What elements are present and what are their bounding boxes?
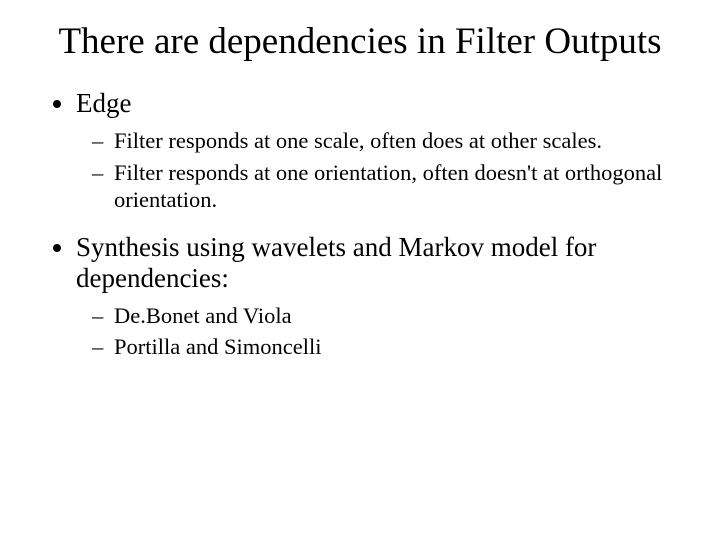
slide: There are dependencies in Filter Outputs… — [0, 0, 720, 540]
bullet-text: Synthesis using wavelets and Markov mode… — [76, 232, 596, 293]
bullet-item: Synthesis using wavelets and Markov mode… — [76, 232, 672, 361]
bullet-text: Edge — [76, 88, 131, 118]
bullet-item: Edge Filter responds at one scale, often… — [76, 88, 672, 213]
sub-bullet-list: Filter responds at one scale, often does… — [76, 127, 672, 213]
sub-bullet-item: Filter responds at one orientation, ofte… — [114, 159, 672, 214]
sub-bullet-item: Filter responds at one scale, often does… — [114, 127, 672, 154]
sub-bullet-item: Portilla and Simoncelli — [114, 333, 672, 360]
sub-bullet-list: De.Bonet and Viola Portilla and Simoncel… — [76, 302, 672, 361]
slide-title: There are dependencies in Filter Outputs — [48, 20, 672, 64]
bullet-list: Edge Filter responds at one scale, often… — [48, 88, 672, 360]
sub-bullet-item: De.Bonet and Viola — [114, 302, 672, 329]
